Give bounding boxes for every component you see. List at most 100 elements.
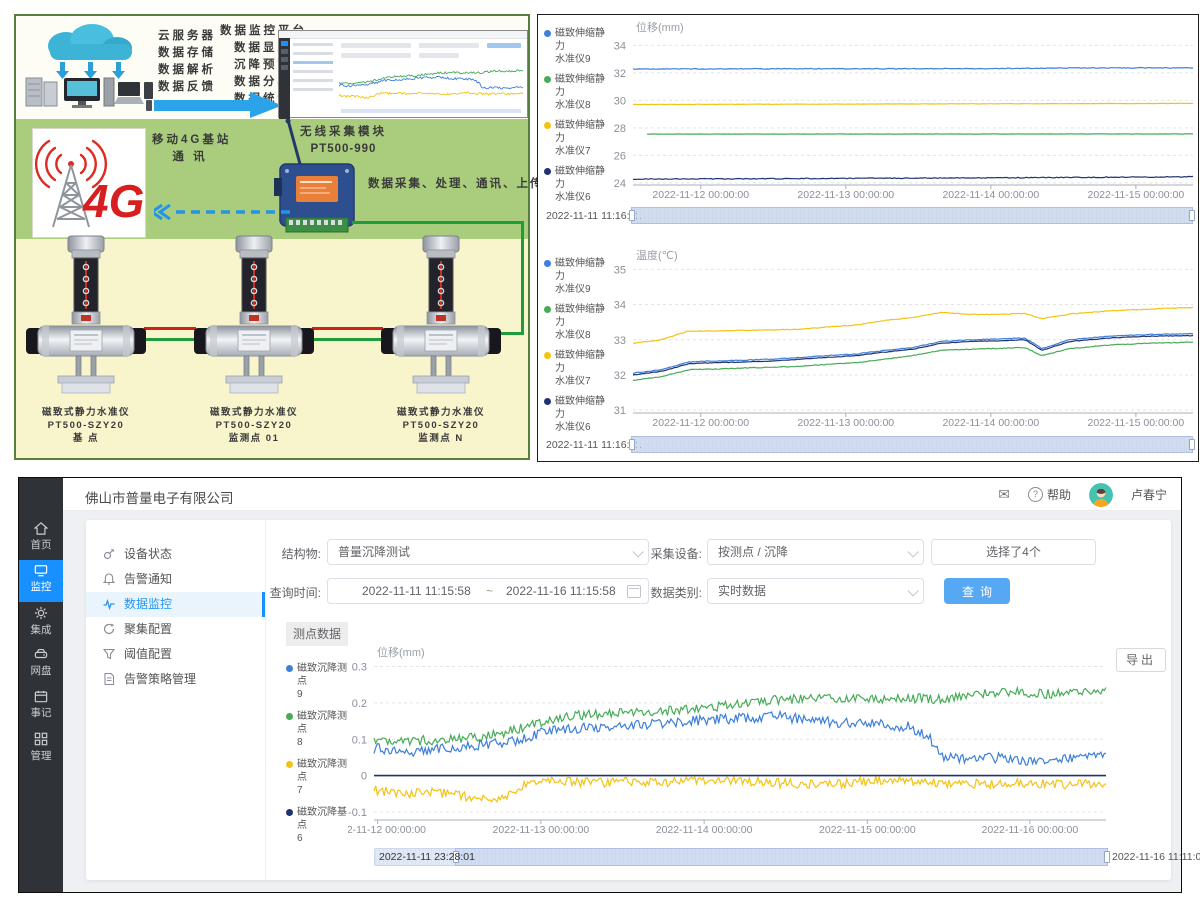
chevron-down-icon xyxy=(907,585,918,596)
category-select[interactable]: 实时数据 xyxy=(707,578,924,604)
datazoom-start-label: 2022-11-11 11:16:01 xyxy=(546,210,641,222)
rail-item-monitor[interactable]: 监控 xyxy=(19,560,63,602)
legend-item[interactable]: 磁致伸缩静力水准仪7 xyxy=(544,119,610,158)
legend-item[interactable]: 磁致沉降测点8 xyxy=(286,710,352,749)
green-tube-2 xyxy=(312,338,383,341)
svg-text:34: 34 xyxy=(614,40,626,52)
svg-text:2022-11-15 00:00:00: 2022-11-15 00:00:00 xyxy=(1088,189,1185,201)
temperature-chart-legend: 磁致伸缩静力水准仪9 磁致伸缩静力水准仪8 磁致伸缩静力水准仪7 磁致伸缩静力水… xyxy=(544,257,610,441)
structure-select[interactable]: 普量沉降测试 xyxy=(327,539,649,565)
svg-text:31: 31 xyxy=(614,405,626,417)
device-label: 采集设备: xyxy=(626,545,702,562)
sidebar-item-threshold-config[interactable]: 阈值配置 xyxy=(86,642,265,667)
tab-point-data[interactable]: 测点数据 xyxy=(286,622,348,646)
svg-text:2022-11-13 00:00:00: 2022-11-13 00:00:00 xyxy=(797,189,894,201)
svg-text:2022-11-14 00:00:00: 2022-11-14 00:00:00 xyxy=(942,417,1039,429)
mail-icon[interactable]: ✉ xyxy=(998,486,1010,503)
grid-icon xyxy=(34,732,48,746)
legend-item[interactable]: 磁致沉降测点9 xyxy=(286,662,352,701)
point-datazoom-slider[interactable]: 2022-11-11 23:28:01 xyxy=(374,848,1108,866)
legend-dot xyxy=(286,665,293,672)
svg-text:4G: 4G xyxy=(82,175,143,227)
time-end: 2022-11-16 11:15:58 xyxy=(506,579,616,603)
device-label-2: 磁致式静力水准仪PT500-SZY20监测点 01 xyxy=(194,406,314,445)
point-chart-legend: 磁致沉降测点9 磁致沉降测点8 磁致沉降测点7 磁致沉降基点6 xyxy=(286,662,352,852)
legend-dot xyxy=(544,398,551,405)
legend-item[interactable]: 磁致伸缩静力水准仪8 xyxy=(544,303,610,342)
export-button[interactable]: 导出 xyxy=(1116,648,1166,672)
displacement-chart: 242628303234位移(mm)2022-11-12 00:00:00202… xyxy=(608,17,1196,203)
temperature-datazoom-slider[interactable] xyxy=(631,436,1193,453)
legend-item[interactable]: 磁致伸缩静力水准仪6 xyxy=(544,165,610,204)
temperature-chart: 3132333435温度(℃)2022-11-12 00:00:002022-1… xyxy=(608,247,1196,433)
time-start: 2022-11-11 11:15:58 xyxy=(362,579,471,603)
legend-item[interactable]: 磁致伸缩静力水准仪9 xyxy=(544,27,610,66)
device-count-box[interactable]: 选择了4个 xyxy=(931,539,1096,565)
query-button[interactable]: 查询 xyxy=(944,578,1010,604)
filter-icon xyxy=(103,648,115,660)
app-header: 佛山市普量电子有限公司 ✉ ?帮助 卢春宁 xyxy=(63,478,1181,511)
svg-text:34: 34 xyxy=(614,300,626,312)
link-icon xyxy=(103,548,115,560)
sidebar-item-alerts[interactable]: 告警通知 xyxy=(86,567,265,592)
calendar-icon xyxy=(34,690,48,703)
platform-screenshot xyxy=(278,30,528,118)
svg-text:26: 26 xyxy=(614,150,626,162)
datazoom-start-label: 2022-11-11 23:28:01 xyxy=(379,851,475,863)
monitoring-web-app: 首页 监控 集成 网盘 事记 管理 佛山市普量电子有限公司 ✉ ?帮助 xyxy=(18,477,1182,893)
system-architecture-diagram: 云服务器 数据存储 数据解析 数据反馈 数据监控平台 数据显示 沉降预警 数据分… xyxy=(14,14,530,460)
time-separator: ~ xyxy=(486,579,493,603)
rail-item-manage[interactable]: 管理 xyxy=(19,728,63,770)
help-button[interactable]: ?帮助 xyxy=(1028,486,1071,503)
svg-text:33: 33 xyxy=(614,335,626,347)
inner-sidebar: 设备状态 告警通知 数据监控 聚集配置 阈值配置 告警策略管理 xyxy=(86,520,266,880)
question-icon: ? xyxy=(1028,487,1043,502)
svg-text:0.1: 0.1 xyxy=(352,734,367,746)
displacement-datazoom-slider[interactable] xyxy=(631,207,1193,224)
device-select[interactable]: 按测点 / 沉降 xyxy=(707,539,924,565)
legend-item[interactable]: 磁致沉降测点7 xyxy=(286,758,352,797)
sidebar-item-device-status[interactable]: 设备状态 xyxy=(86,542,265,567)
svg-text:30: 30 xyxy=(614,95,626,107)
sidebar-item-aggregation-config[interactable]: 聚集配置 xyxy=(86,617,265,642)
time-label: 查询时间: xyxy=(241,584,321,601)
category-label: 数据类别: xyxy=(626,584,702,601)
monitor-icon xyxy=(34,564,48,577)
gear-icon xyxy=(34,606,48,620)
svg-text:2022-11-13 00:00:00: 2022-11-13 00:00:00 xyxy=(493,824,590,836)
rail-item-netdisk[interactable]: 网盘 xyxy=(19,644,63,686)
svg-text:28: 28 xyxy=(614,123,626,135)
point-data-chart: -0.100.10.20.3位移(mm)2022-11-12 00:00:002… xyxy=(348,644,1120,842)
legend-dot xyxy=(544,76,551,83)
time-range-input[interactable]: 2022-11-11 11:15:58 ~ 2022-11-16 11:15:5… xyxy=(327,578,649,604)
svg-text:位移(mm): 位移(mm) xyxy=(377,645,425,659)
module-label: 无线采集模块 PT500-990 xyxy=(300,124,387,158)
right-arrow xyxy=(154,92,282,118)
sidebar-item-alert-policy[interactable]: 告警策略管理 xyxy=(86,667,265,692)
legend-item[interactable]: 磁致沉降基点6 xyxy=(286,806,352,845)
svg-text:2022-11-14 00:00:00: 2022-11-14 00:00:00 xyxy=(656,824,753,836)
rail-item-home[interactable]: 首页 xyxy=(19,518,63,560)
rail-item-integration[interactable]: 集成 xyxy=(19,602,63,644)
device-label-1: 磁致式静力水准仪PT500-SZY20基 点 xyxy=(26,406,146,445)
legend-dot xyxy=(544,260,551,267)
device-label-3: 磁致式静力水准仪PT500-SZY20监测点 N xyxy=(381,406,501,445)
legend-dot xyxy=(544,30,551,37)
legend-item[interactable]: 磁致伸缩静力水准仪6 xyxy=(544,395,610,434)
sidebar-item-data-monitoring[interactable]: 数据监控 xyxy=(86,592,265,617)
level-instrument-2 xyxy=(194,234,314,394)
legend-item[interactable]: 磁致伸缩静力水准仪7 xyxy=(544,349,610,388)
green-wire-to-sensor xyxy=(499,332,524,335)
svg-text:24: 24 xyxy=(614,178,626,190)
red-tube-1 xyxy=(144,327,196,330)
cloud-server-illustration xyxy=(20,20,158,116)
content-card: 设备状态 告警通知 数据监控 聚集配置 阈值配置 告警策略管理 xyxy=(86,520,1171,880)
svg-text:2022-11-15 00:00:00: 2022-11-15 00:00:00 xyxy=(819,824,916,836)
username[interactable]: 卢春宁 xyxy=(1131,486,1167,503)
rail-item-journal[interactable]: 事记 xyxy=(19,686,63,728)
legend-item[interactable]: 磁致伸缩静力水准仪9 xyxy=(544,257,610,296)
cloud-labels: 云服务器 数据存储 数据解析 数据反馈 xyxy=(158,28,216,96)
chevron-down-icon xyxy=(907,546,918,557)
avatar[interactable] xyxy=(1089,483,1113,507)
legend-item[interactable]: 磁致伸缩静力水准仪8 xyxy=(544,73,610,112)
